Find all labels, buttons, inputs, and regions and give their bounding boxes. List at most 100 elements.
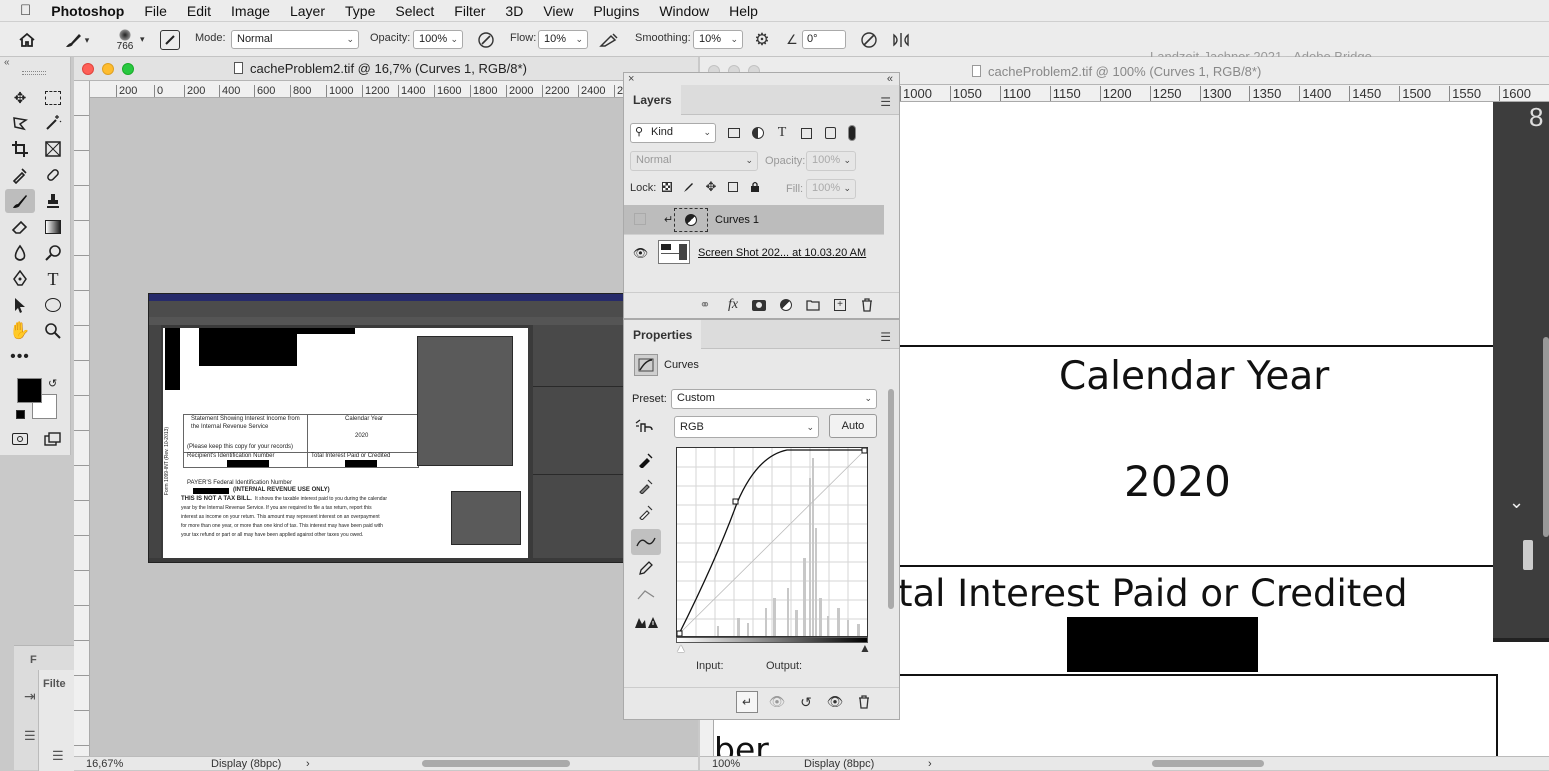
display-info[interactable]: Display (8bpc) (804, 757, 874, 771)
tab-properties[interactable]: Properties (624, 320, 702, 350)
menu-type[interactable]: Type (345, 3, 375, 19)
toolbox-grip[interactable] (22, 71, 46, 75)
panel-close-icon[interactable]: × (628, 73, 634, 85)
menu-filter[interactable]: Filter (454, 3, 485, 19)
menu-file[interactable]: File (144, 3, 167, 19)
lasso-tool-icon[interactable] (7, 111, 33, 135)
menu-window[interactable]: Window (659, 3, 709, 19)
gear-icon[interactable]: ⚙ (752, 30, 772, 50)
ellipse-tool-icon[interactable] (40, 293, 66, 317)
adjustment-layer-thumbnail[interactable] (674, 208, 708, 232)
filter-toggle-icon[interactable] (846, 123, 858, 143)
quick-mask-icon[interactable] (7, 427, 33, 451)
menu-help[interactable]: Help (729, 3, 758, 19)
layer-row[interactable]: ↵ Curves 1 (624, 205, 884, 235)
curves-graph[interactable] (676, 447, 868, 637)
lock-transparent-icon[interactable] (660, 180, 674, 194)
layer-opacity-input[interactable]: 100% ⌄ (806, 151, 856, 171)
panel-collapse-icon[interactable]: « (887, 73, 893, 85)
hand-tool-icon[interactable]: ✋ (7, 319, 33, 343)
menu-image[interactable]: Image (231, 3, 270, 19)
menu-plugins[interactable]: Plugins (593, 3, 639, 19)
horizontal-scrollbar[interactable] (422, 760, 570, 767)
panel-scroll-handle[interactable] (1523, 540, 1533, 570)
view-previous-state-icon[interactable]: 👁 (767, 693, 787, 711)
chevron-down-icon[interactable]: ▾ (140, 34, 145, 45)
layer-filter-select[interactable]: ⚲ Kind ⌄ (630, 123, 716, 143)
default-colors-icon[interactable] (16, 410, 25, 419)
pen-tool-icon[interactable] (7, 267, 33, 291)
brush-tool-icon[interactable] (5, 189, 35, 213)
layer-name[interactable]: Screen Shot 202... at 10.03.20 AM (698, 247, 866, 259)
opacity-input[interactable]: 100% ⌄ (413, 30, 463, 49)
new-layer-icon[interactable]: + (831, 297, 849, 313)
sample-gray-point-icon[interactable] (634, 475, 658, 497)
screen-mode-icon[interactable] (40, 427, 66, 451)
layer-name[interactable]: Curves 1 (715, 214, 759, 226)
gradient-tool-icon[interactable] (40, 215, 66, 239)
filter-smart-object-icon[interactable] (822, 125, 838, 141)
blend-mode-select[interactable]: Normal ⌄ (630, 151, 758, 171)
layer-visibility-toggle[interactable] (634, 213, 646, 225)
menu-edit[interactable]: Edit (187, 3, 211, 19)
trash-icon[interactable] (854, 693, 874, 711)
reset-icon[interactable]: ↺ (796, 693, 816, 711)
lock-artboard-icon[interactable] (726, 180, 740, 194)
link-layers-icon[interactable]: ⚭ (696, 297, 714, 313)
pencil-draw-icon[interactable] (634, 557, 658, 579)
type-tool-icon[interactable]: T (40, 267, 66, 291)
auto-button[interactable]: Auto (829, 414, 877, 438)
clone-stamp-tool-icon[interactable] (40, 189, 66, 213)
more-tools-icon[interactable]: ••• (7, 345, 33, 369)
close-window-button[interactable] (82, 63, 94, 75)
curve-points-tool-icon[interactable] (631, 529, 661, 555)
display-info[interactable]: Display (8bpc) (211, 757, 281, 771)
filter-type-layer-icon[interactable]: T (774, 125, 790, 141)
eye-icon[interactable]: 👁 (825, 693, 845, 711)
eye-icon[interactable]: 👁 (633, 246, 648, 260)
magic-wand-tool-icon[interactable] (40, 111, 66, 135)
airbrush-icon[interactable] (598, 30, 620, 50)
fill-input[interactable]: 100% ⌄ (806, 179, 856, 199)
marquee-tool-icon[interactable] (40, 86, 66, 110)
home-icon[interactable] (16, 30, 38, 50)
black-point-slider[interactable]: ▲ (675, 641, 687, 655)
sample-white-point-icon[interactable] (634, 501, 658, 523)
panel-menu-icon[interactable]: ☰ (880, 95, 891, 109)
on-image-adjustment-icon[interactable] (634, 416, 656, 436)
new-adjustment-layer-icon[interactable] (777, 297, 795, 313)
canvas-image[interactable]: Statement Showing Interest Income from t… (148, 293, 624, 563)
move-tool-icon[interactable]: ✥ (7, 86, 33, 110)
filter-pixel-layer-icon[interactable] (726, 125, 742, 141)
brush-preset-icon[interactable]: ▾ (58, 30, 94, 50)
clipping-warning-icon[interactable] (632, 611, 660, 633)
mode-select[interactable]: Normal ⌄ (231, 30, 359, 49)
fx-icon[interactable]: fx (724, 297, 742, 313)
chevron-right-icon[interactable]: › (928, 757, 932, 771)
panel-list-icon-2[interactable]: ☰ (52, 748, 64, 764)
white-point-slider[interactable]: ▲ (859, 641, 871, 655)
foreground-color-swatch[interactable] (17, 378, 42, 403)
toolbox-collapse-icon[interactable]: « (4, 57, 10, 68)
pressure-size-icon[interactable] (858, 30, 880, 50)
healing-brush-tool-icon[interactable] (40, 163, 66, 187)
dodge-tool-icon[interactable] (40, 241, 66, 265)
zoom-level[interactable]: 100% (712, 757, 740, 771)
panel-list-icon[interactable]: ☰ (24, 728, 36, 744)
swap-colors-icon[interactable]: ↺ (48, 377, 57, 390)
flow-input[interactable]: 10% ⌄ (538, 30, 588, 49)
smoothing-input[interactable]: 10% ⌄ (693, 30, 743, 49)
blur-tool-icon[interactable] (7, 241, 33, 265)
zoom-tool-icon[interactable] (40, 319, 66, 343)
clip-to-layer-icon[interactable]: ↵ (736, 691, 758, 713)
filter-shape-layer-icon[interactable] (798, 125, 814, 141)
apple-menu-icon[interactable]:  (20, 2, 31, 19)
chevron-right-icon[interactable]: › (306, 757, 310, 771)
zoom-level[interactable]: 16,67% (86, 757, 123, 771)
menu-select[interactable]: Select (395, 3, 434, 19)
menu-layer[interactable]: Layer (290, 3, 325, 19)
lock-all-icon[interactable] (748, 180, 762, 194)
filter-adjustment-layer-icon[interactable] (750, 125, 766, 141)
eraser-tool-icon[interactable] (7, 215, 33, 239)
new-group-icon[interactable] (804, 297, 822, 313)
